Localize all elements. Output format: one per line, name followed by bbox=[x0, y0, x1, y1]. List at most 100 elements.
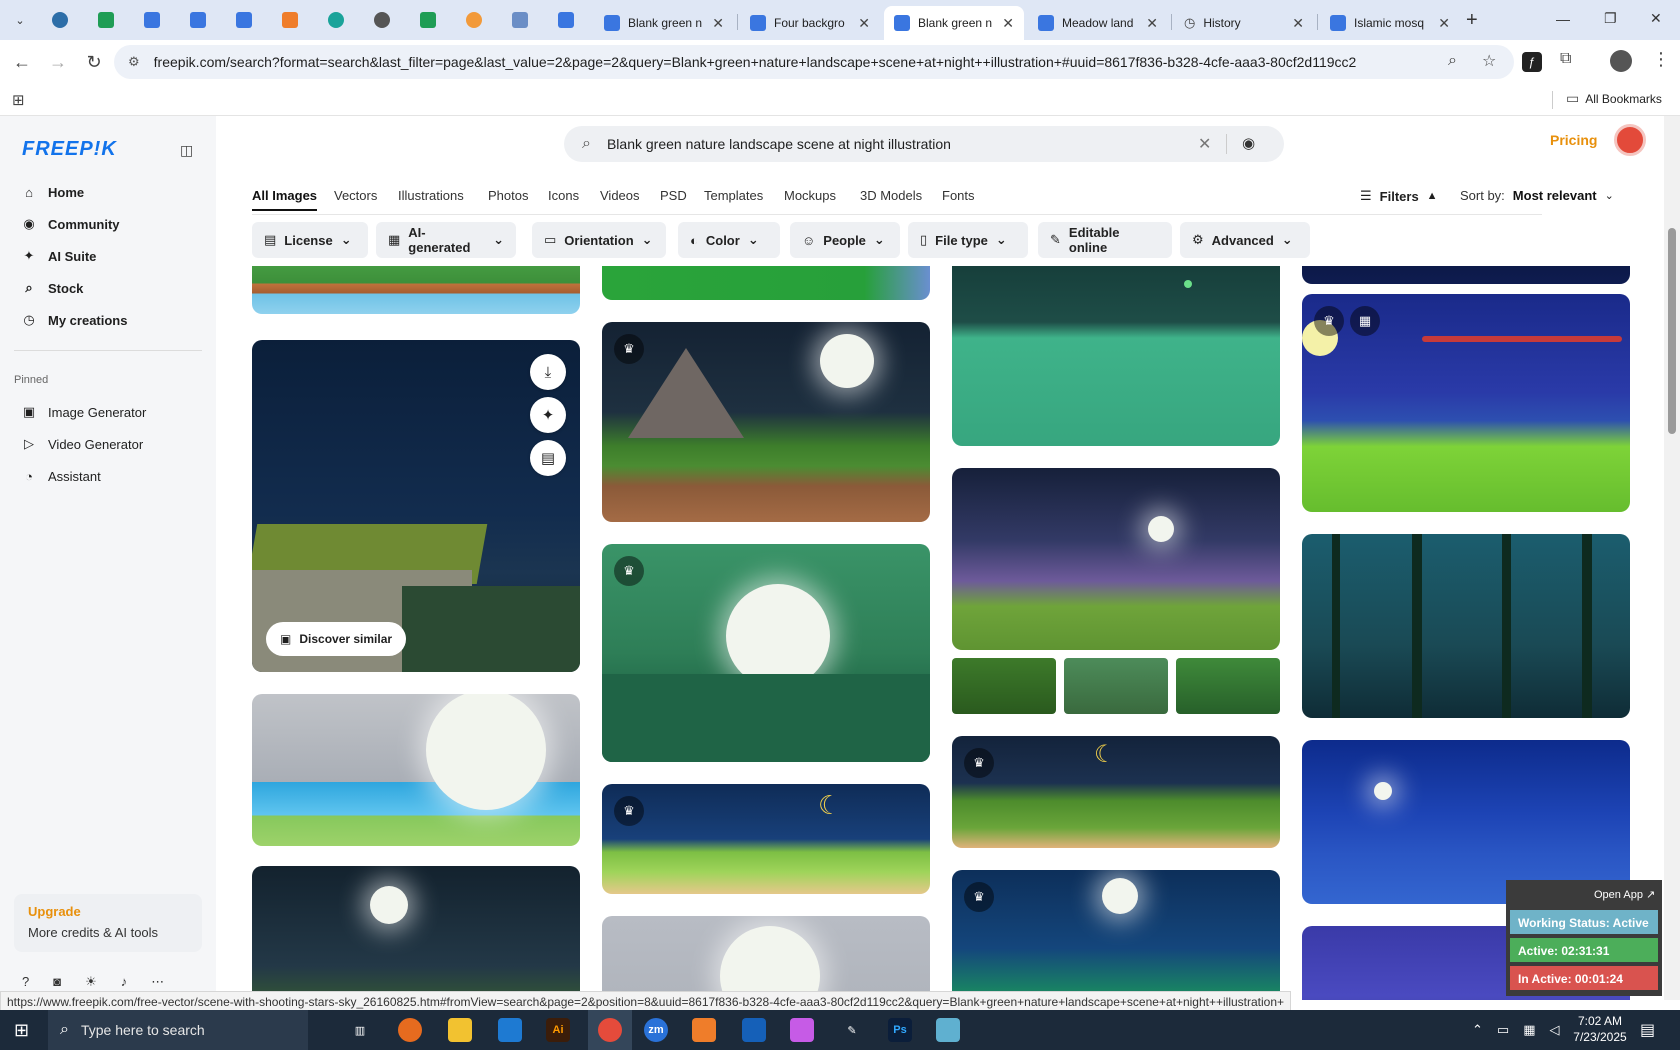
save-collection-button[interactable]: ▤ bbox=[530, 440, 566, 476]
pinned-tab[interactable] bbox=[40, 6, 80, 34]
pinned-tab[interactable] bbox=[224, 6, 264, 34]
sidebar-item-image-generator[interactable]: ▣ Image Generator bbox=[22, 398, 146, 426]
tab-search-button[interactable]: ⌄ bbox=[0, 6, 40, 34]
task-view-icon[interactable]: ▥ bbox=[348, 1018, 372, 1042]
sidebar-item-home[interactable]: ⌂ Home bbox=[22, 178, 84, 206]
minimize-button[interactable]: — bbox=[1556, 11, 1570, 27]
file-explorer-icon[interactable] bbox=[448, 1018, 472, 1042]
pinned-tab[interactable] bbox=[316, 6, 356, 34]
pinned-tab[interactable] bbox=[454, 6, 494, 34]
clear-search-icon[interactable]: ✕ bbox=[1198, 134, 1211, 154]
more-icon[interactable]: ⋯ bbox=[151, 974, 164, 990]
filter-file-type[interactable]: ▯ File type ⌄ bbox=[908, 222, 1028, 258]
open-app-link[interactable]: Open App ↗ bbox=[1594, 888, 1655, 901]
zoom-icon[interactable]: ⌕ bbox=[1448, 52, 1457, 70]
collapse-sidebar-icon[interactable]: ◫ bbox=[180, 142, 193, 159]
pinned-tab[interactable] bbox=[178, 6, 218, 34]
user-avatar[interactable] bbox=[1614, 124, 1646, 156]
image-card-hovered[interactable]: ⤓ ✦ ▤ ▣ Discover similar bbox=[252, 340, 580, 672]
tab-all-images[interactable]: All Images bbox=[252, 188, 318, 211]
sidebar-item-stock[interactable]: ⌕ Stock bbox=[22, 274, 83, 302]
tab-3d-models[interactable]: 3D Models bbox=[860, 188, 922, 203]
close-icon[interactable]: ✕ bbox=[858, 15, 870, 32]
sidebar-item-my-creations[interactable]: ◷ My creations bbox=[22, 306, 127, 334]
illustrator-icon[interactable]: Ai bbox=[546, 1018, 570, 1042]
tab-templates[interactable]: Templates bbox=[704, 188, 763, 203]
freepik-logo[interactable]: FREEP!K bbox=[22, 138, 117, 161]
reload-button[interactable]: ↻ bbox=[82, 50, 106, 74]
thumbnail[interactable] bbox=[1064, 658, 1168, 714]
windows-start-icon[interactable]: ⊞ bbox=[14, 1020, 29, 1041]
image-card[interactable] bbox=[952, 266, 1280, 446]
image-card[interactable] bbox=[602, 916, 930, 1000]
chrome-icon[interactable] bbox=[598, 1018, 622, 1042]
tab-illustrations[interactable]: Illustrations bbox=[398, 188, 464, 203]
back-button[interactable]: ← bbox=[10, 50, 34, 74]
thumbnail[interactable] bbox=[952, 658, 1056, 714]
bookmark-star-icon[interactable]: ☆ bbox=[1482, 51, 1496, 71]
vertical-scrollbar[interactable] bbox=[1664, 116, 1680, 1000]
tab-videos[interactable]: Videos bbox=[600, 188, 640, 203]
discover-similar-button[interactable]: ▣ Discover similar bbox=[266, 622, 407, 656]
scrollbar-thumb[interactable] bbox=[1668, 228, 1676, 434]
tab-fonts[interactable]: Fonts bbox=[942, 188, 975, 203]
image-card[interactable] bbox=[952, 468, 1280, 650]
image-card[interactable] bbox=[252, 866, 580, 1000]
pen-tool-icon[interactable]: ✎ bbox=[840, 1018, 864, 1042]
system-clock[interactable]: 7:02 AM 7/23/2025 bbox=[1572, 1013, 1628, 1045]
image-card[interactable] bbox=[1302, 266, 1630, 284]
image-card[interactable]: ♛ ▦ bbox=[1302, 294, 1630, 512]
close-icon[interactable]: ✕ bbox=[1002, 15, 1014, 32]
image-card[interactable]: ♛ bbox=[952, 870, 1280, 1000]
close-icon[interactable]: ✕ bbox=[1146, 15, 1158, 32]
all-bookmarks-button[interactable]: ▭ All Bookmarks bbox=[1566, 90, 1662, 107]
app-icon[interactable] bbox=[790, 1018, 814, 1042]
forward-button[interactable]: → bbox=[46, 50, 70, 74]
image-card[interactable]: ☾ ♛ bbox=[602, 784, 930, 894]
network-icon[interactable]: ▦ bbox=[1523, 1022, 1535, 1038]
filter-license[interactable]: ▤ License ⌄ bbox=[252, 222, 368, 258]
notifications-icon[interactable]: ▤ bbox=[1640, 1020, 1655, 1040]
sidebar-item-ai-suite[interactable]: ✦ AI Suite bbox=[22, 242, 97, 270]
discord-icon[interactable]: ◙ bbox=[53, 974, 61, 990]
pinned-tab[interactable] bbox=[500, 6, 540, 34]
firefox-icon[interactable] bbox=[398, 1018, 422, 1042]
upgrade-card[interactable]: Upgrade More credits & AI tools bbox=[14, 894, 202, 952]
tab-active[interactable]: Blank green n ✕ bbox=[884, 6, 1024, 40]
outlook-icon[interactable] bbox=[742, 1018, 766, 1042]
help-icon[interactable]: ? bbox=[22, 974, 29, 990]
close-icon[interactable]: ✕ bbox=[712, 15, 724, 32]
image-card[interactable]: ♛ bbox=[602, 544, 930, 762]
app-icon[interactable] bbox=[692, 1018, 716, 1042]
image-card[interactable]: ☾ ♛ bbox=[952, 736, 1280, 848]
tab[interactable]: Four backgro ✕ bbox=[740, 6, 880, 40]
filter-advanced[interactable]: ⚙ Advanced ⌄ bbox=[1180, 222, 1310, 258]
pinned-tab[interactable] bbox=[132, 6, 172, 34]
extensions-puzzle-icon[interactable]: ⧉ bbox=[1560, 50, 1571, 68]
pinned-tab[interactable] bbox=[362, 6, 402, 34]
pinned-tab[interactable] bbox=[86, 6, 126, 34]
zoom-app-icon[interactable]: zm bbox=[644, 1018, 668, 1042]
pinned-tab[interactable] bbox=[408, 6, 448, 34]
camera-icon[interactable]: ◉ bbox=[1242, 134, 1255, 152]
image-card[interactable] bbox=[252, 694, 580, 846]
address-bar[interactable]: ⚙ freepik.com/search?format=search&last_… bbox=[114, 45, 1514, 79]
pinned-tab[interactable] bbox=[546, 6, 586, 34]
volume-icon[interactable]: ◁ bbox=[1550, 1022, 1560, 1038]
restore-button[interactable]: ❐ bbox=[1604, 10, 1617, 27]
sidebar-item-assistant[interactable]: ◔ Assistant bbox=[22, 462, 101, 490]
extension-icon[interactable]: ƒ bbox=[1522, 52, 1542, 72]
tab-vectors[interactable]: Vectors bbox=[334, 188, 377, 203]
photoshop-icon[interactable]: Ps bbox=[888, 1018, 912, 1042]
theme-icon[interactable]: ☀ bbox=[85, 974, 97, 990]
image-card[interactable] bbox=[252, 266, 580, 314]
vscode-icon[interactable] bbox=[498, 1018, 522, 1042]
thumbnail[interactable] bbox=[1176, 658, 1280, 714]
taskbar-search[interactable]: ⌕ Type here to search bbox=[48, 1010, 308, 1050]
sort-dropdown[interactable]: Sort by: Most relevant ⌄ bbox=[1460, 188, 1614, 203]
bell-icon[interactable]: ♪ bbox=[121, 974, 128, 990]
pricing-link[interactable]: Pricing bbox=[1550, 132, 1597, 148]
chevron-up-icon[interactable]: ⌃ bbox=[1472, 1022, 1483, 1038]
tab-psd[interactable]: PSD bbox=[660, 188, 687, 203]
filter-people[interactable]: ☺ People ⌄ bbox=[790, 222, 900, 258]
